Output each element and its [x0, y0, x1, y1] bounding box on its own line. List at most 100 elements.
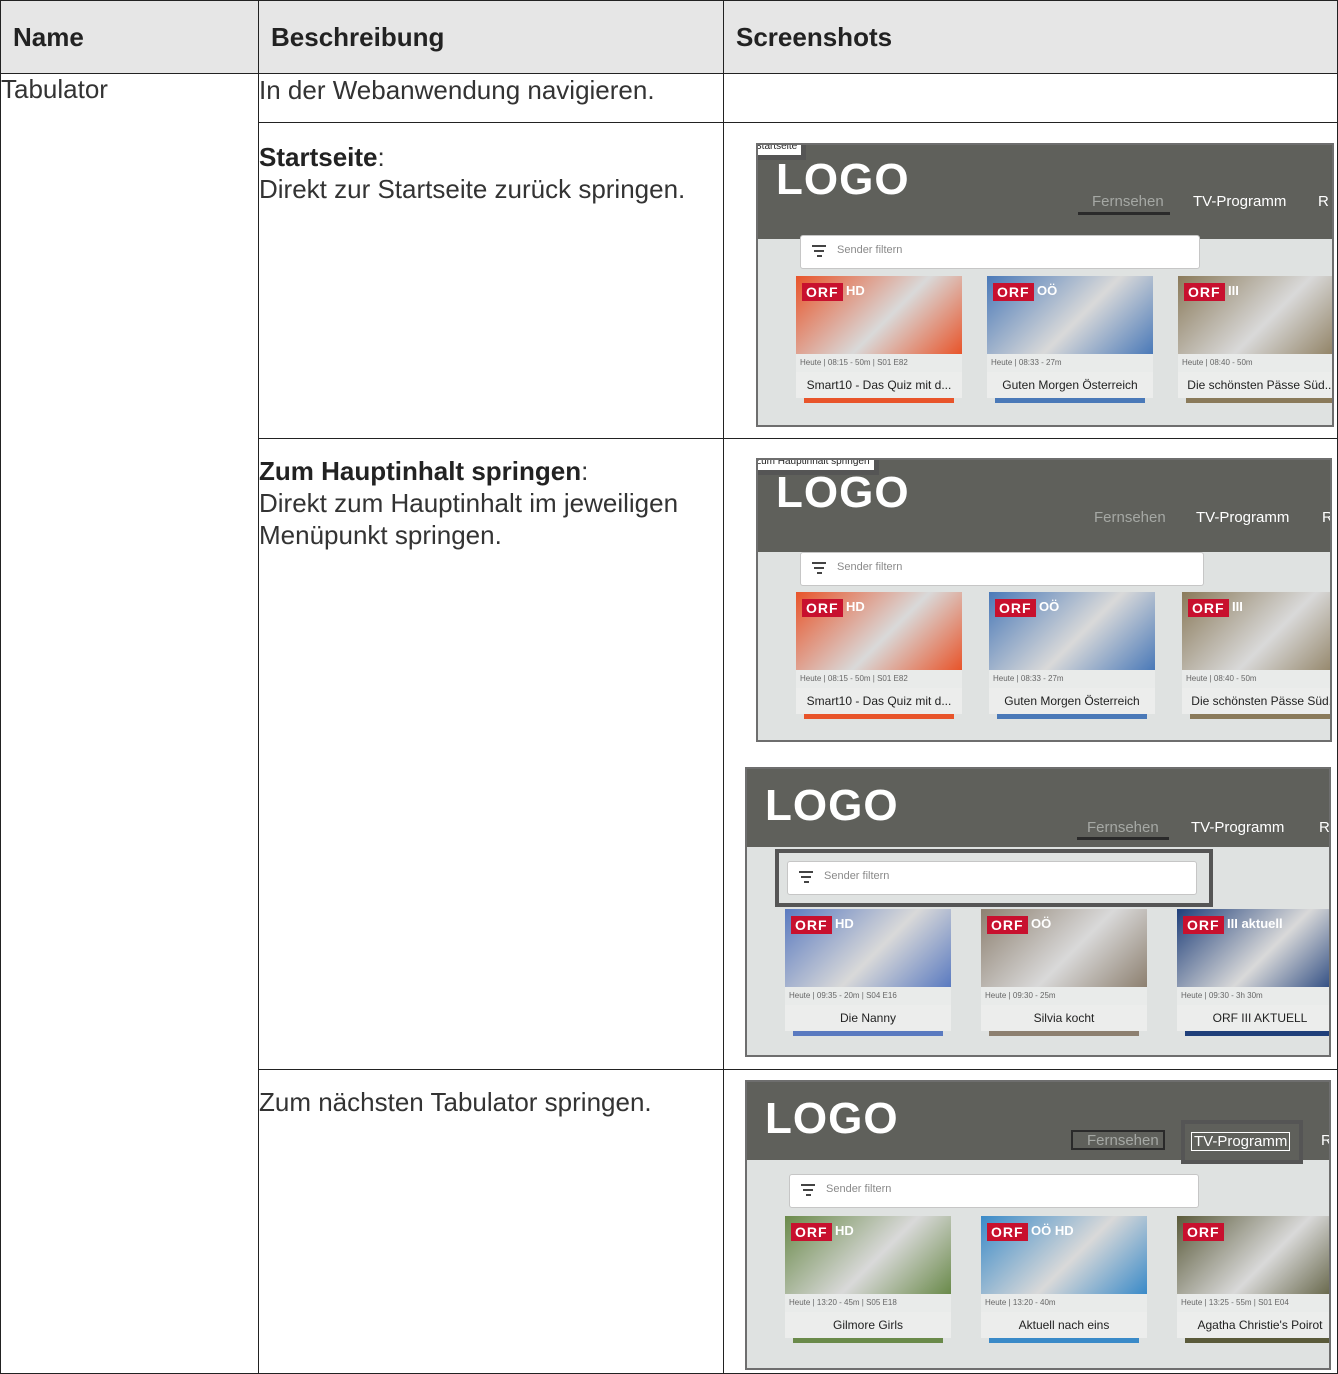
program-meta: Heute | 08:33 - 27m	[989, 670, 1155, 688]
program-thumbnail: ORF	[1177, 1216, 1329, 1294]
channel-logo: ORF	[1183, 916, 1224, 934]
nav-fernsehen[interactable]: Fernsehen	[1087, 819, 1159, 836]
header-beschreibung: Beschreibung	[258, 0, 724, 74]
program-progress-bar	[804, 714, 954, 719]
program-meta: Heute | 08:33 - 27m	[987, 354, 1153, 372]
program-title: Gilmore Girls	[785, 1312, 951, 1338]
program-card[interactable]: ORF III Heute | 08:40 - 50m Die schönsten P…	[1178, 276, 1332, 425]
channel-badge: HD	[835, 916, 854, 931]
skip-link-hauptinhalt[interactable]: Zum Hauptinhalt springen	[758, 460, 879, 475]
description-cell: Zum Hauptinhalt springen: Direkt zum Hau…	[258, 438, 724, 1070]
nav-fernsehen[interactable]: Fernsehen	[1087, 1132, 1159, 1149]
program-progress-bar	[1185, 1338, 1329, 1343]
program-card[interactable]: ORF HD Heute | 13:20 - 45m | S05 E18 Gilmor…	[785, 1216, 951, 1366]
program-progress-bar	[1190, 714, 1330, 719]
description-text: Direkt zum Hauptinhalt im jeweiligen Men…	[259, 488, 679, 550]
search-input[interactable]: Sender filtern	[789, 1174, 1199, 1208]
program-thumbnail: ORF HD	[785, 909, 951, 987]
description-bold: Zum Hauptinhalt springen	[259, 456, 582, 486]
nav-r[interactable]: R	[1318, 193, 1329, 210]
program-title: Agatha Christie's Poirot	[1177, 1312, 1329, 1338]
channel-logo: ORF	[791, 1223, 832, 1241]
program-meta: Heute | 13:20 - 45m | S05 E18	[785, 1294, 951, 1312]
description-bold: Startseite	[259, 142, 378, 172]
nav-r[interactable]: R	[1319, 819, 1329, 836]
channel-badge: OÖ	[1031, 916, 1052, 931]
program-thumbnail: ORF HD	[796, 276, 962, 354]
program-progress-bar	[1185, 1031, 1329, 1036]
search-placeholder: Sender filtern	[826, 1183, 892, 1195]
program-meta: Heute | 08:40 - 50m	[1178, 354, 1332, 372]
nav-r[interactable]: R	[1322, 509, 1330, 526]
channel-logo: ORF	[1184, 283, 1225, 301]
program-progress-bar	[997, 714, 1147, 719]
search-placeholder: Sender filtern	[837, 561, 903, 573]
nav-tv-programm[interactable]: TV-Programm	[1196, 509, 1289, 526]
program-thumbnail: ORF III	[1178, 276, 1332, 354]
program-card[interactable]: ORF III Heute | 08:40 - 50m Die schönsten P…	[1182, 592, 1330, 740]
nav-r[interactable]: R	[1321, 1132, 1329, 1149]
program-progress-bar	[1186, 398, 1332, 403]
channel-logo: ORF	[802, 599, 843, 617]
program-meta: Heute | 13:20 - 40m	[981, 1294, 1147, 1312]
channel-logo: ORF	[1188, 599, 1229, 617]
channel-badge: HD	[835, 1223, 854, 1238]
program-progress-bar	[804, 398, 954, 403]
program-progress-bar	[793, 1031, 943, 1036]
program-title: Smart10 - Das Quiz mit d...	[796, 688, 962, 714]
nav-tv-programm[interactable]: TV-Programm	[1191, 1132, 1291, 1151]
channel-logo: ORF	[1183, 1223, 1224, 1241]
program-meta: Heute | 09:30 - 3h 30m	[1177, 987, 1329, 1005]
channel-badge: OÖ	[1037, 283, 1058, 298]
nav-fernsehen[interactable]: Fernsehen	[1094, 509, 1166, 526]
program-card[interactable]: ORF OÖ Heute | 08:33 - 27m Guten Morgen Öst…	[989, 592, 1155, 740]
program-card[interactable]: ORF Heute | 13:25 - 55m | S01 E04 Agatha C…	[1177, 1216, 1329, 1366]
screenshot-startseite: LOGO Fernsehen TV-Programm R Sender filt…	[756, 143, 1334, 427]
program-card[interactable]: ORF OÖ HD Heute | 13:20 - 40m Aktuell nach …	[981, 1216, 1147, 1366]
nav-tv-programm[interactable]: TV-Programm	[1191, 819, 1284, 836]
program-card[interactable]: ORF III aktuell Heute | 09:30 - 3h 30m ORF …	[1177, 909, 1329, 1055]
skip-link-startseite[interactable]: Startseite	[758, 145, 807, 160]
search-input[interactable]: Sender filtern	[800, 552, 1204, 586]
logo: LOGO	[765, 781, 899, 830]
program-progress-bar	[793, 1338, 943, 1343]
nav-fernsehen[interactable]: Fernsehen	[1092, 193, 1164, 210]
program-title: Die schönsten Pässe Süd...	[1178, 372, 1332, 398]
channel-badge: III	[1228, 283, 1239, 298]
program-meta: Heute | 08:40 - 50m	[1182, 670, 1330, 688]
program-thumbnail: ORF OÖ HD	[981, 1216, 1147, 1294]
program-title: Silvia kocht	[981, 1005, 1147, 1031]
program-meta: Heute | 08:15 - 50m | S01 E82	[796, 354, 962, 372]
program-title: Die Nanny	[785, 1005, 951, 1031]
channel-logo: ORF	[995, 599, 1036, 617]
program-thumbnail: ORF III aktuell	[1177, 909, 1329, 987]
program-meta: Heute | 09:35 - 20m | S04 E16	[785, 987, 951, 1005]
description-cell: Zum nächsten Tabulator springen.	[258, 1069, 724, 1374]
channel-logo: ORF	[987, 916, 1028, 934]
program-card[interactable]: ORF HD Heute | 09:35 - 20m | S04 E16 Die Na…	[785, 909, 951, 1055]
screenshot-next-tab: LOGO Fernsehen TV-Programm R Sender filt…	[745, 1080, 1331, 1370]
table-header-row: Name Beschreibung Screenshots	[0, 0, 1338, 74]
program-title: Die schönsten Pässe Süd...	[1182, 688, 1330, 714]
program-thumbnail: ORF HD	[796, 592, 962, 670]
program-card[interactable]: ORF OÖ Heute | 08:33 - 27m Guten Morgen Öst…	[987, 276, 1153, 425]
search-input[interactable]: Sender filtern	[800, 235, 1200, 269]
search-placeholder: Sender filtern	[837, 244, 903, 256]
program-progress-bar	[989, 1031, 1139, 1036]
channel-badge: HD	[846, 599, 865, 614]
program-title: ORF III AKTUELL	[1177, 1005, 1329, 1031]
program-card[interactable]: ORF OÖ Heute | 09:30 - 25m Silvia kocht	[981, 909, 1147, 1055]
nav-active-underline	[1077, 837, 1169, 840]
program-card[interactable]: ORF HD Heute | 08:15 - 50m | S01 E82 Smart1…	[796, 592, 962, 740]
header-name: Name	[0, 0, 259, 74]
focus-ring-search	[775, 849, 1213, 907]
program-card[interactable]: ORF HD Heute | 08:15 - 50m | S01 E82 Smart1…	[796, 276, 962, 425]
channel-logo: ORF	[987, 1223, 1028, 1241]
filter-icon	[812, 245, 826, 260]
program-progress-bar	[995, 398, 1145, 403]
channel-logo: ORF	[802, 283, 843, 301]
table-row: Tabulator In der Webanwendung navigieren…	[0, 73, 1338, 1374]
logo: LOGO	[776, 468, 910, 517]
nav-tv-programm[interactable]: TV-Programm	[1193, 193, 1286, 210]
channel-badge: OÖ	[1039, 599, 1060, 614]
